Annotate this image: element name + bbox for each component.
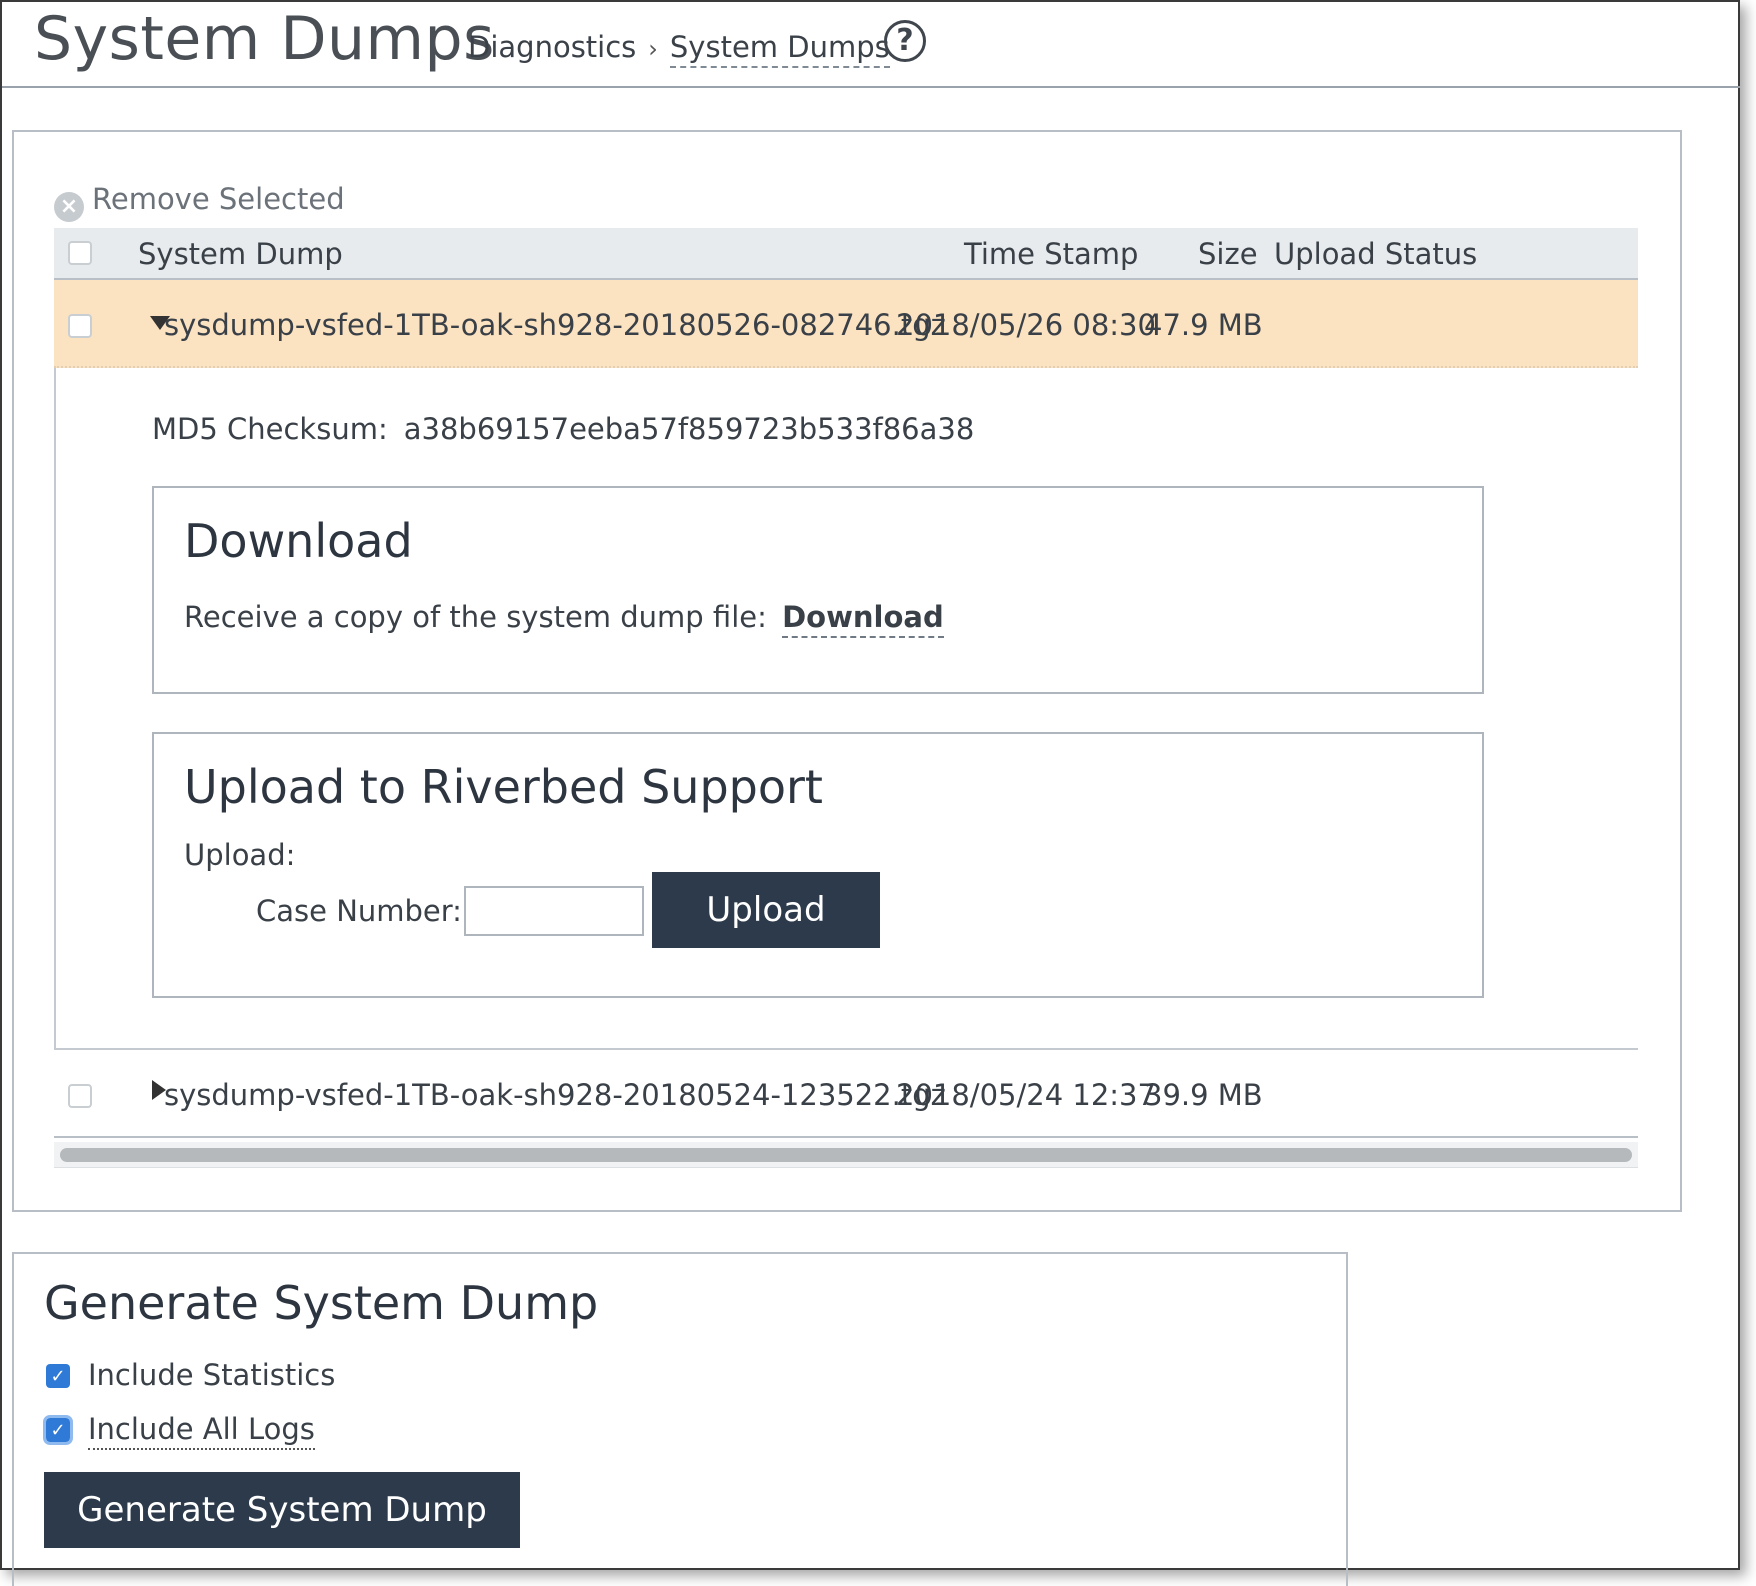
system-dumps-panel: × Remove Selected System Dump Time Stamp … <box>12 130 1682 1212</box>
remove-selected-label: Remove Selected <box>92 182 345 216</box>
include-all-logs-label[interactable]: Include All Logs <box>88 1412 315 1450</box>
scrollbar-thumb[interactable] <box>60 1148 1632 1162</box>
help-icon[interactable]: ? <box>884 20 926 62</box>
page-title: System Dumps <box>34 4 495 74</box>
breadcrumb-system-dumps[interactable]: System Dumps <box>669 30 890 68</box>
dump-name: sysdump-vsfed-1TB-oak-sh928-20180526-082… <box>164 308 946 342</box>
dump-name: sysdump-vsfed-1TB-oak-sh928-20180524-123… <box>164 1078 946 1112</box>
upload-label: Upload: <box>184 838 296 872</box>
download-section: Download Receive a copy of the system du… <box>152 486 1484 694</box>
upload-section: Upload to Riverbed Support Upload: Case … <box>152 732 1484 998</box>
remove-circle-icon: × <box>54 192 84 222</box>
breadcrumb-chevron-icon: › <box>648 35 658 63</box>
generate-system-dump-button[interactable]: Generate System Dump <box>44 1472 520 1548</box>
table-row[interactable]: sysdump-vsfed-1TB-oak-sh928-20180524-123… <box>54 1050 1638 1138</box>
column-size[interactable]: Size <box>1198 237 1258 271</box>
download-title: Download <box>184 514 413 568</box>
breadcrumb-diagnostics[interactable]: Diagnostics <box>468 30 636 64</box>
include-statistics-label[interactable]: Include Statistics <box>88 1358 335 1392</box>
window-frame: System Dumps Diagnostics › System Dumps ? … <box>0 0 1740 1586</box>
table-row[interactable]: sysdump-vsfed-1TB-oak-sh928-20180526-082… <box>54 280 1638 368</box>
generate-title: Generate System Dump <box>44 1276 599 1330</box>
page-header: System Dumps Diagnostics › System Dumps ? <box>2 2 1740 88</box>
include-statistics-checkbox[interactable]: ✓ <box>46 1364 70 1388</box>
download-link[interactable]: Download <box>782 600 944 638</box>
generate-system-dump-panel: Generate System Dump ✓ Include Statistic… <box>12 1252 1348 1586</box>
upload-button[interactable]: Upload <box>652 872 880 948</box>
dump-timestamp: 2018/05/26 08:30 <box>896 308 1156 342</box>
horizontal-scrollbar[interactable] <box>54 1142 1638 1168</box>
dump-timestamp: 2018/05/24 12:37 <box>896 1078 1156 1112</box>
case-number-label: Case Number: <box>256 894 462 928</box>
breadcrumb: Diagnostics › System Dumps <box>468 30 890 68</box>
column-upload-status[interactable]: Upload Status <box>1274 237 1477 271</box>
md5-checksum: MD5 Checksum: a38b69157eeba57f859723b533f… <box>152 412 974 446</box>
dump-size: 47.9 MB <box>1144 308 1263 342</box>
select-all-checkbox[interactable] <box>68 241 92 265</box>
case-number-input[interactable] <box>464 886 644 936</box>
download-text: Receive a copy of the system dump file: … <box>184 600 944 638</box>
table-header: System Dump Time Stamp Size Upload Statu… <box>54 228 1638 280</box>
remove-selected-button[interactable]: × Remove Selected <box>54 182 345 222</box>
row-checkbox[interactable] <box>68 1084 92 1108</box>
dump-size: 39.9 MB <box>1144 1078 1263 1112</box>
md5-value: a38b69157eeba57f859723b533f86a38 <box>403 412 975 446</box>
system-dumps-table: System Dump Time Stamp Size Upload Statu… <box>54 228 1638 1168</box>
dump-detail-panel: MD5 Checksum: a38b69157eeba57f859723b533f… <box>54 368 1638 1050</box>
md5-label: MD5 Checksum: <box>152 412 388 446</box>
row-checkbox[interactable] <box>68 314 92 338</box>
column-system-dump[interactable]: System Dump <box>138 237 343 271</box>
upload-title: Upload to Riverbed Support <box>184 760 823 814</box>
column-time-stamp[interactable]: Time Stamp <box>964 237 1138 271</box>
download-description: Receive a copy of the system dump file: <box>184 600 767 634</box>
include-all-logs-checkbox[interactable]: ✓ <box>43 1415 73 1445</box>
